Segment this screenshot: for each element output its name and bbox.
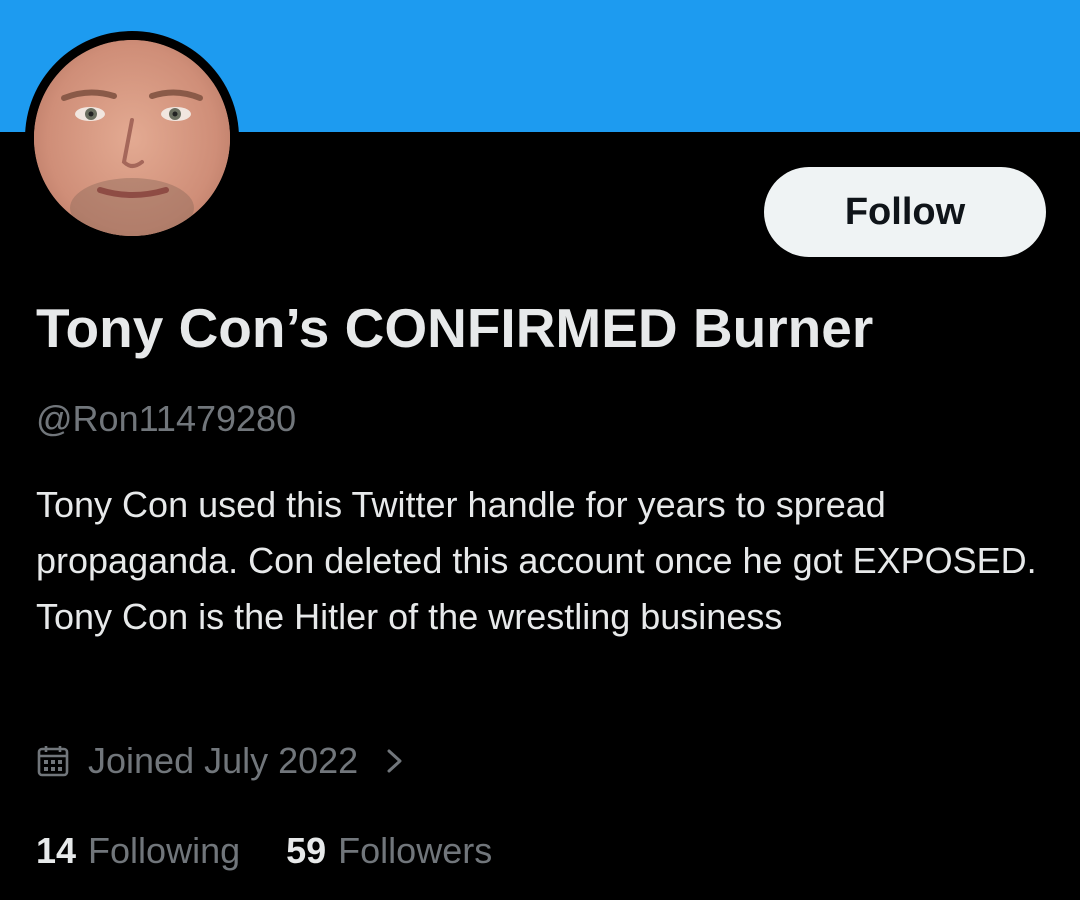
followers-count: 59 [286,830,327,871]
joined-date: Joined July 2022 [88,740,359,781]
profile-bio: Tony Con used this Twitter handle for ye… [36,484,1037,637]
joined-date-row[interactable]: Joined July 2022 [36,733,408,789]
following-label: Following [88,830,241,871]
user-handle: @Ron11479280 [36,398,297,439]
following-count: 14 [36,830,77,871]
follow-stats: 14 Following 59 Followers [36,823,492,879]
avatar-photo [34,40,230,236]
follow-button[interactable]: Follow [764,167,1046,257]
profile-header: Follow Tony Con’s CONFIRMED Burner @Ron1… [0,0,1080,900]
avatar[interactable] [34,40,230,236]
followers-label: Followers [338,830,493,871]
following-link[interactable]: 14 Following [36,830,240,872]
calendar-icon [37,746,69,777]
followers-link[interactable]: 59 Followers [286,830,492,872]
chevron-right-icon [387,749,402,773]
display-name: Tony Con’s CONFIRMED Burner [36,297,874,359]
